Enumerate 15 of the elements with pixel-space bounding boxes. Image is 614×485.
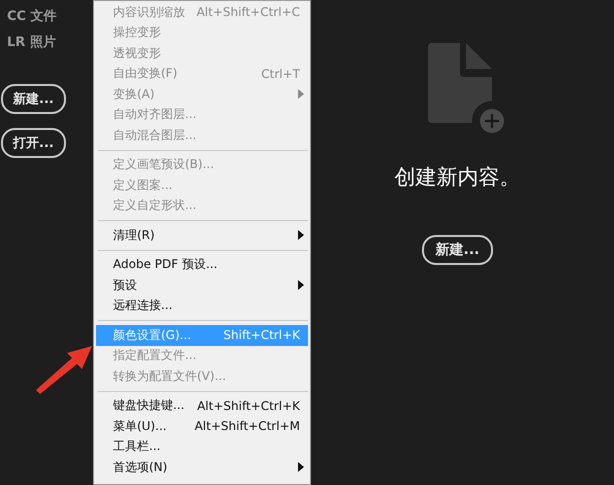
menu-item[interactable]: 工具栏...	[96, 436, 308, 457]
start-heading: 创建新内容。	[394, 164, 520, 191]
menu-item[interactable]: Adobe PDF 预设...	[96, 254, 308, 275]
menu-item[interactable]: 预设	[96, 275, 308, 296]
menu-item[interactable]: 清理(R)	[96, 225, 308, 246]
sidebar-link[interactable]: CC 文件	[7, 4, 57, 30]
sidebar-button[interactable]: 打开...	[1, 128, 66, 158]
annotation-arrow	[34, 344, 94, 394]
menu-item[interactable]: 远程连接...	[96, 296, 308, 316]
menu-item[interactable]: 键盘快捷键... Alt+Shift+Ctrl+K	[96, 396, 308, 416]
menu-item[interactable]: 首选项(N)	[96, 457, 308, 478]
menu-item[interactable]: 菜单(U)... Alt+Shift+Ctrl+M	[96, 416, 308, 436]
sidebar-link[interactable]: LR 照片	[7, 30, 56, 56]
sidebar-button[interactable]: 新建...	[1, 84, 66, 114]
new-button[interactable]: 新建...	[422, 235, 494, 265]
